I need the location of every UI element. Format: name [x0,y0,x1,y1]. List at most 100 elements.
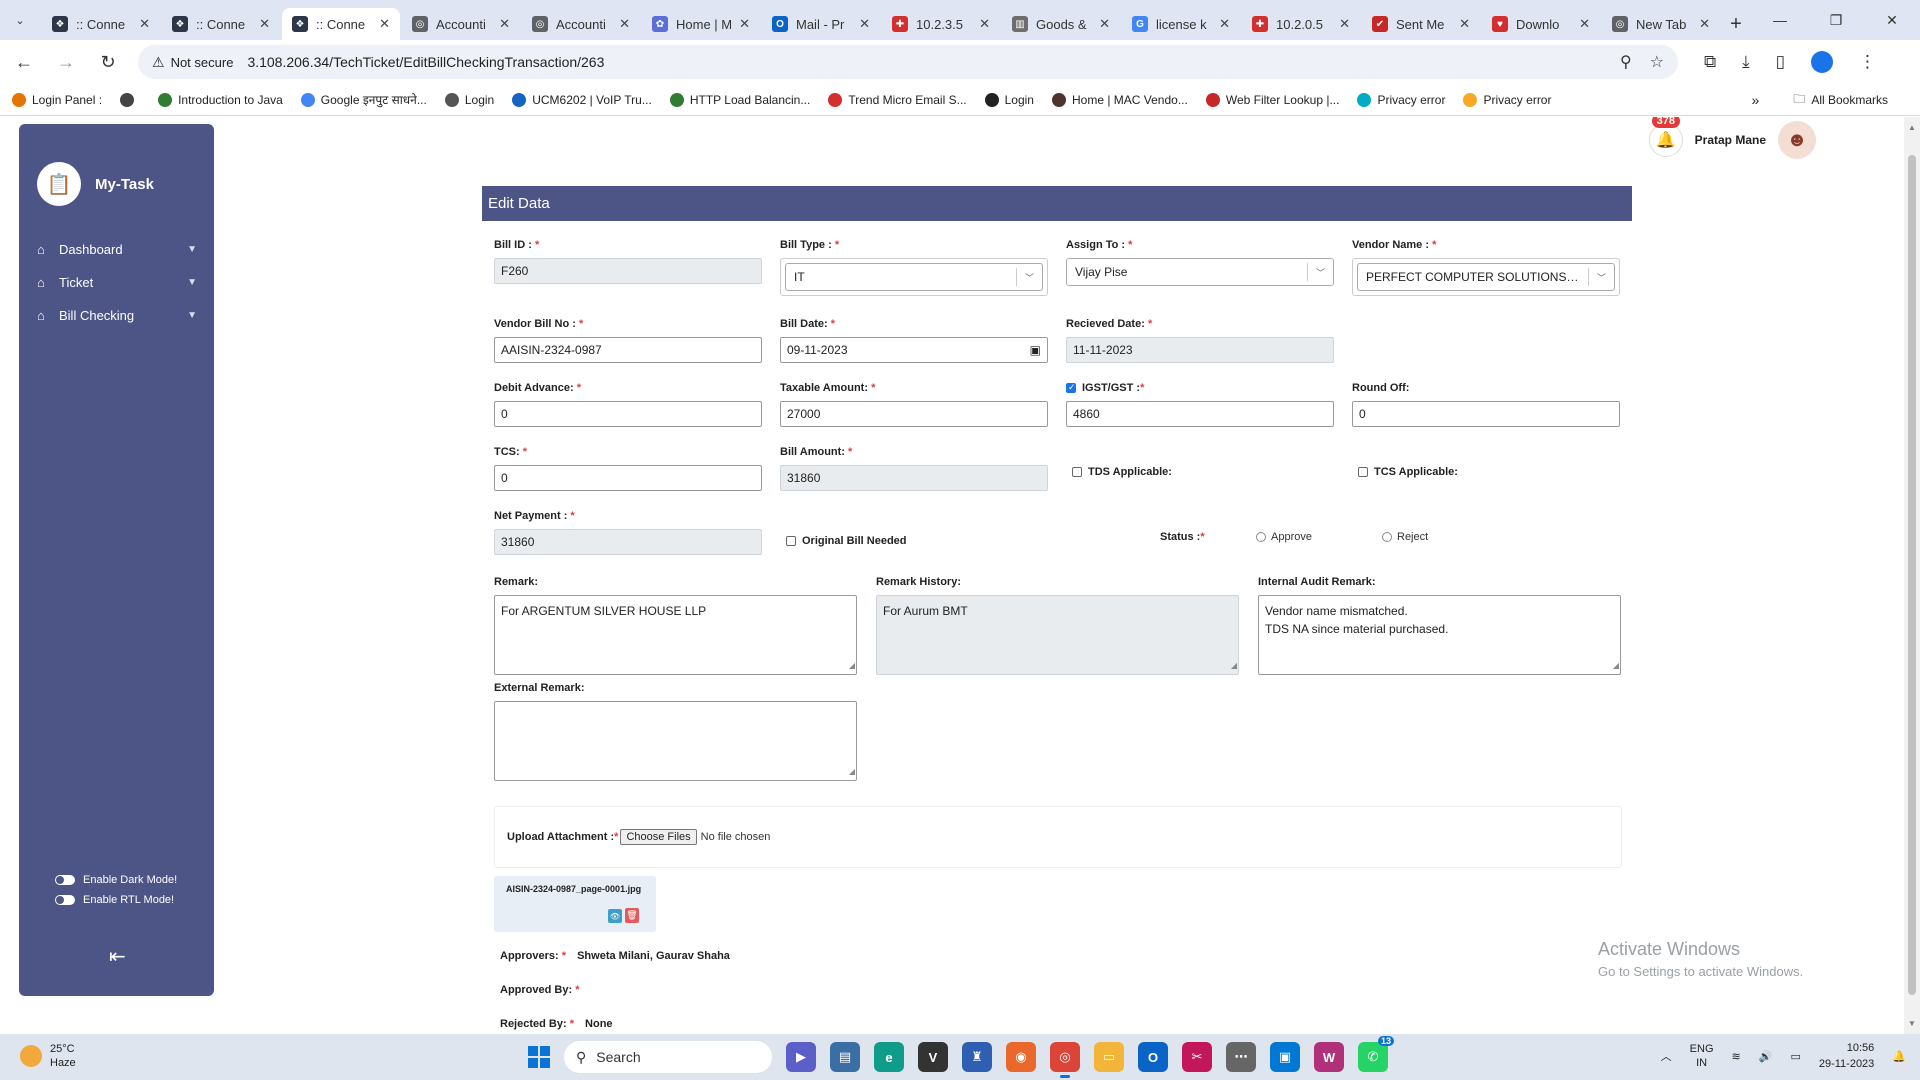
browser-tab[interactable]: ✚ 10.2.0.5 ✕ [1242,8,1360,40]
received-date-input[interactable]: 11-11-2023 [1066,337,1334,363]
browser-tab[interactable]: O Mail - Pr ✕ [762,8,880,40]
clock[interactable]: 10:56 29-11-2023 [1819,1040,1874,1072]
taskbar-search[interactable]: ⚲ Search [564,1041,772,1073]
tab-close-icon[interactable]: ✕ [499,16,510,32]
scroll-up-icon[interactable]: ▲ [1908,123,1916,132]
close-window-icon[interactable]: ✕ [1864,0,1920,40]
bookmark-item[interactable]: Home | MAC Vendo... [1051,92,1188,107]
tab-close-icon[interactable]: ✕ [379,16,390,32]
browser-menu-icon[interactable]: ⋮ [1859,52,1876,72]
zoom-icon[interactable]: ⚲ [1620,52,1632,72]
sidebar-item-bill-checking[interactable]: ⌂ Bill Checking ▼ [37,308,197,323]
taxable-amount-input[interactable]: 27000 [780,401,1048,427]
chrome-icon[interactable]: ◎ [1050,1042,1080,1078]
whatsapp-icon[interactable]: ✆ 13 [1358,1036,1394,1072]
browser-tab[interactable]: ◎ New Tab ✕ [1602,8,1720,40]
profile-avatar-icon[interactable] [1811,51,1834,73]
weather-widget[interactable]: 25°C Haze [20,1042,76,1070]
tab-close-icon[interactable]: ✕ [1459,16,1470,32]
internal-audit-remark-textarea[interactable]: Vendor name mismatched. TDS NA since mat… [1258,595,1621,675]
browser-tab[interactable]: ❖:: Conne ✕ [162,8,280,40]
bookmark-item[interactable]: Web Filter Lookup |... [1205,92,1339,107]
download-icon[interactable]: ⤓ [1742,52,1750,72]
tab-close-icon[interactable]: ✕ [1699,16,1710,32]
bookmark-item[interactable]: UCM6202 | VoIP Tru... [512,92,652,107]
user-name[interactable]: Pratap Mane [1695,133,1766,147]
tab-close-icon[interactable]: ✕ [1219,16,1230,32]
bill-type-select[interactable]: IT ﹀ [785,263,1043,291]
reject-radio[interactable] [1382,531,1392,542]
remark-textarea[interactable]: For ARGENTUM SILVER HOUSE LLP [494,595,857,675]
bookmark-item[interactable]: Login [444,92,494,107]
tray-chevron-icon[interactable]: ︿ [1661,1048,1672,1064]
bookmark-item[interactable] [120,92,140,107]
vendor-bill-no-input[interactable]: AAISIN-2324-0987 [494,337,762,363]
tab-search-icon[interactable]: ⌄ [8,8,32,32]
tab-close-icon[interactable]: ✕ [139,16,150,32]
tab-close-icon[interactable]: ✕ [619,16,630,32]
notification-bell-icon[interactable]: 🔔 378 [1648,117,1683,157]
status-reject-option[interactable]: Reject [1382,528,1428,543]
sidebar-item-dashboard[interactable]: ⌂ Dashboard ▼ [37,242,197,257]
browser-tab[interactable]: ✚ 10.2.3.5 ✕ [882,8,1000,40]
firefox-icon[interactable]: ◉ [1006,1042,1036,1072]
reload-icon[interactable]: ↻ [92,46,124,78]
remark-history-textarea[interactable]: For Aurum BMT [876,595,1239,675]
browser-tab[interactable]: ✔ Sent Me ✕ [1362,8,1480,40]
bookmark-item[interactable]: Introduction to Java [158,92,283,107]
tab-close-icon[interactable]: ✕ [1099,16,1110,32]
battery-icon[interactable]: ▭ [1790,1050,1800,1063]
browser-tab[interactable]: ▥ Goods & ✕ [1002,8,1120,40]
bookmark-item[interactable]: Trend Micro Email S... [828,92,967,107]
bookmark-item[interactable]: Login Panel : [12,92,102,107]
outlook-icon[interactable]: O [1138,1042,1168,1072]
remote-desktop-icon[interactable]: ▤ [830,1042,860,1072]
new-tab-button[interactable]: + [1722,8,1750,40]
bookmark-item[interactable]: HTTP Load Balancin... [669,92,810,107]
debit-advance-input[interactable]: 0 [494,401,762,427]
tab-close-icon[interactable]: ✕ [259,16,270,32]
tds-applicable-checkbox[interactable] [1072,466,1082,477]
minimize-icon[interactable]: — [1752,0,1808,40]
bookmark-star-icon[interactable]: ☆ [1650,52,1664,72]
extensions-icon[interactable]: ⧉ [1704,52,1716,72]
app-icon-4[interactable]: W [1314,1042,1344,1072]
calendar-icon[interactable]: ▣ [1030,343,1041,357]
restore-icon[interactable]: ❐ [1808,0,1864,40]
user-avatar[interactable]: ☻ [1778,121,1816,159]
windows-start-icon[interactable] [528,1046,550,1068]
browser-tab[interactable]: ❖:: Conne ✕ [282,8,400,40]
edge-icon[interactable]: e [874,1042,904,1072]
browser-tab[interactable]: ✿ Home | M ✕ [642,8,760,40]
app-icon[interactable]: ♜ [962,1042,992,1072]
approve-radio[interactable] [1256,531,1266,542]
igst-gst-checkbox[interactable] [1066,382,1076,394]
tab-close-icon[interactable]: ✕ [979,16,990,32]
vendor-name-select[interactable]: PERFECT COMPUTER SOLUTIONS P... ﹀ [1357,263,1615,291]
teams-meet-icon[interactable]: ▶ [786,1042,816,1072]
net-payment-input[interactable]: 31860 [494,529,762,555]
bill-id-input[interactable]: F260 [494,258,762,284]
bookmark-item[interactable]: Google इनपुट साधने... [300,91,427,108]
tcs-applicable-checkbox[interactable] [1358,466,1368,477]
scroll-down-icon[interactable]: ▼ [1908,1019,1916,1028]
dark-mode-toggle[interactable] [55,875,75,885]
vnc-viewer-icon[interactable]: V [918,1042,948,1072]
volume-icon[interactable]: 🔊 [1759,1050,1773,1063]
scrollbar-thumb[interactable] [1908,155,1916,995]
tab-close-icon[interactable]: ✕ [859,16,870,32]
bill-date-input[interactable]: 09-11-2023 ▣ [780,337,1048,363]
original-bill-checkbox[interactable] [786,535,796,546]
browser-tab[interactable]: ◎ Accounti ✕ [522,8,640,40]
language-indicator[interactable]: ENG IN [1690,1042,1714,1070]
igst-gst-input[interactable]: 4860 [1066,401,1334,427]
bookmarks-overflow-icon[interactable]: » [1752,92,1760,108]
brand[interactable]: 📋 My-Task [37,162,154,206]
sidebar-item-ticket[interactable]: ⌂ Ticket ▼ [37,275,197,290]
notification-icon[interactable]: 🔔 [1892,1050,1906,1063]
round-off-input[interactable]: 0 [1352,401,1620,427]
warning-icon[interactable]: ⚠ [152,54,165,71]
bookmark-item[interactable]: Privacy error [1357,92,1445,107]
url-text[interactable]: 3.108.206.34/TechTicket/EditBillChecking… [247,54,604,70]
browser-tab[interactable]: ◎ Accounti ✕ [402,8,520,40]
